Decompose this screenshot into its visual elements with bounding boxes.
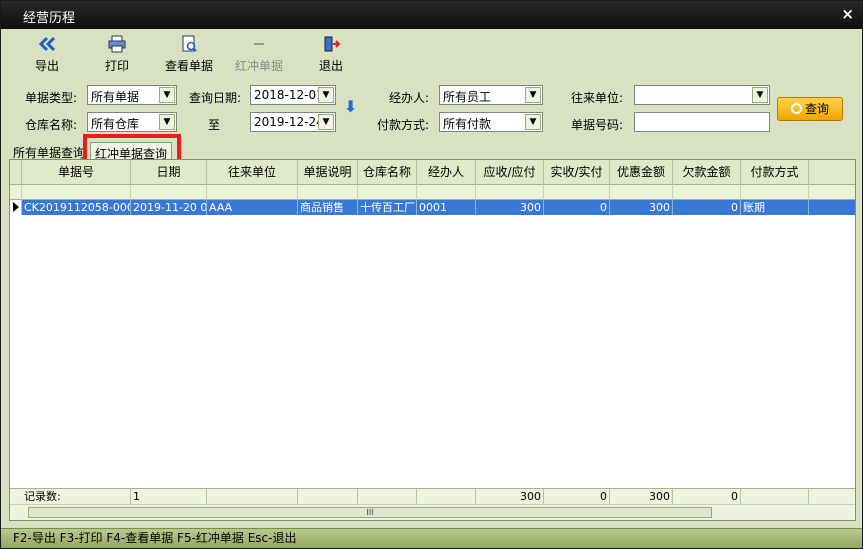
- export-label: 导出: [34, 59, 59, 73]
- chevron-down-icon: ▼: [525, 87, 541, 103]
- doc-no-label: 单据号码:: [571, 118, 624, 132]
- exit-button[interactable]: 退出: [301, 35, 361, 75]
- doc-type-value: 所有单据: [91, 90, 140, 104]
- grid-footer: 记录数: 1 300 0 300 0: [10, 488, 855, 505]
- red-offset-button[interactable]: 红冲单据: [229, 35, 289, 75]
- export-button[interactable]: 导出: [17, 35, 77, 75]
- cell-payment: 账期: [741, 200, 809, 215]
- footer-owed: 0: [673, 489, 741, 505]
- printer-icon: [108, 35, 126, 53]
- footer-label: 记录数:: [22, 489, 131, 505]
- print-button[interactable]: 打印: [87, 35, 147, 75]
- red-offset-label: 红冲单据: [234, 59, 283, 73]
- double-chevron-left-icon: [38, 36, 56, 52]
- status-bar: F2-导出 F3-打印 F4-查看单据 F5-红冲单据 Esc-退出: [1, 528, 862, 548]
- title-bar: 经营历程 ×: [1, 1, 862, 29]
- cell-partner: AAA: [207, 200, 298, 215]
- footer-empty: [207, 489, 298, 505]
- magnifier-icon: [790, 103, 802, 114]
- chevron-down-icon: ▼: [159, 87, 175, 103]
- header-receivable[interactable]: 应收/应付: [476, 160, 544, 185]
- records-grid[interactable]: 单据号 日期 往来单位 单据说明 仓库名称 经办人 应收/应付 实收/实付 优惠…: [9, 159, 856, 521]
- header-handler[interactable]: 经办人: [417, 160, 476, 185]
- header-doc-no[interactable]: 单据号: [22, 160, 131, 185]
- chevron-down-icon: ▼: [318, 114, 334, 130]
- doc-no-input[interactable]: [634, 112, 770, 132]
- footer-received: 0: [544, 489, 610, 505]
- header-received[interactable]: 实收/实付: [544, 160, 610, 185]
- cell-warehouse: 十传百工厂: [360, 200, 417, 215]
- horizontal-scrollbar[interactable]: III: [10, 504, 855, 520]
- partner-label: 往来单位:: [571, 91, 624, 105]
- warehouse-value: 所有仓库: [91, 117, 140, 131]
- document-search-icon: [182, 35, 197, 52]
- query-button[interactable]: 查询: [777, 97, 843, 121]
- exit-door-icon: [324, 36, 341, 52]
- doc-type-select[interactable]: 所有单据 ▼: [87, 85, 177, 105]
- filter-row: [10, 185, 855, 200]
- header-warehouse[interactable]: 仓库名称: [358, 160, 417, 185]
- view-doc-label: 查看单据: [164, 59, 213, 73]
- chevron-down-icon: ▼: [525, 114, 541, 130]
- warehouse-select[interactable]: 所有仓库 ▼: [87, 112, 177, 132]
- cell-received: 0: [544, 200, 610, 215]
- header-corner: [10, 160, 22, 185]
- tab-all-docs[interactable]: 所有单据查询: [9, 142, 89, 160]
- grid-header: 单据号 日期 往来单位 单据说明 仓库名称 经办人 应收/应付 实收/实付 优惠…: [10, 160, 855, 185]
- chevron-down-icon: ▼: [159, 114, 175, 130]
- header-payment[interactable]: 付款方式: [741, 160, 809, 185]
- toolbar: 导出 打印 查看单据 红冲单据 退出: [5, 33, 858, 77]
- to-label: 至: [208, 118, 221, 132]
- window-title: 经营历程: [23, 11, 76, 26]
- exit-label: 退出: [318, 59, 343, 73]
- header-owed[interactable]: 欠款金额: [673, 160, 741, 185]
- close-icon[interactable]: ×: [841, 5, 854, 23]
- date-from-picker[interactable]: 2018-12-01 ▼: [250, 85, 336, 105]
- main-window: 经营历程 × 导出 打印 查看单据 红冲单据 退出 单据类型: 所有单据 ▼ 查…: [0, 0, 863, 549]
- date-to-picker[interactable]: 2019-12-24 ▼: [250, 112, 336, 132]
- footer-count: 1: [131, 489, 207, 505]
- payment-value: 所有付款: [443, 117, 492, 131]
- view-doc-button[interactable]: 查看单据: [159, 35, 219, 75]
- cell-date: 2019-11-20 0: [133, 200, 207, 215]
- header-discount[interactable]: 优惠金额: [610, 160, 673, 185]
- scrollbar-thumb[interactable]: III: [28, 507, 712, 518]
- footer-empty: [358, 489, 417, 505]
- cell-description: 商品销售: [298, 200, 358, 215]
- payment-label: 付款方式:: [377, 118, 430, 132]
- print-label: 打印: [104, 59, 129, 73]
- handler-value: 所有员工: [443, 90, 492, 104]
- row-pointer: [10, 200, 22, 215]
- header-description[interactable]: 单据说明: [298, 160, 358, 185]
- date-to-value: 2019-12-24: [254, 115, 324, 129]
- footer-discount: 300: [610, 489, 673, 505]
- date-from-value: 2018-12-01: [254, 88, 324, 102]
- footer-empty: [417, 489, 476, 505]
- row-pointer-icon: [13, 202, 19, 212]
- header-date[interactable]: 日期: [131, 160, 207, 185]
- handler-label: 经办人:: [389, 91, 430, 105]
- chevron-down-icon: ▼: [752, 87, 768, 103]
- footer-empty: [741, 489, 809, 505]
- handler-select[interactable]: 所有员工 ▼: [439, 85, 543, 105]
- query-button-label: 查询: [804, 102, 829, 116]
- minus-icon: [254, 43, 264, 45]
- footer-empty: [298, 489, 358, 505]
- cell-owed: 0: [673, 200, 741, 215]
- arrow-down-icon: ⬇: [344, 97, 358, 116]
- doc-type-label: 单据类型:: [25, 91, 78, 105]
- partner-select[interactable]: ▼: [634, 85, 770, 105]
- chevron-down-icon: ▼: [318, 87, 334, 103]
- cell-doc-no: CK2019112058-0001: [24, 200, 131, 215]
- payment-select[interactable]: 所有付款 ▼: [439, 112, 543, 132]
- warehouse-label: 仓库名称:: [25, 118, 78, 132]
- query-date-label: 查询日期:: [189, 91, 242, 105]
- cell-handler: 0001: [417, 200, 476, 215]
- footer-receivable: 300: [476, 489, 544, 505]
- table-row[interactable]: CK2019112058-0001 2019-11-20 0 AAA 商品销售 …: [10, 200, 855, 215]
- cell-discount: 300: [610, 200, 673, 215]
- cell-receivable: 300: [476, 200, 544, 215]
- header-partner[interactable]: 往来单位: [207, 160, 298, 185]
